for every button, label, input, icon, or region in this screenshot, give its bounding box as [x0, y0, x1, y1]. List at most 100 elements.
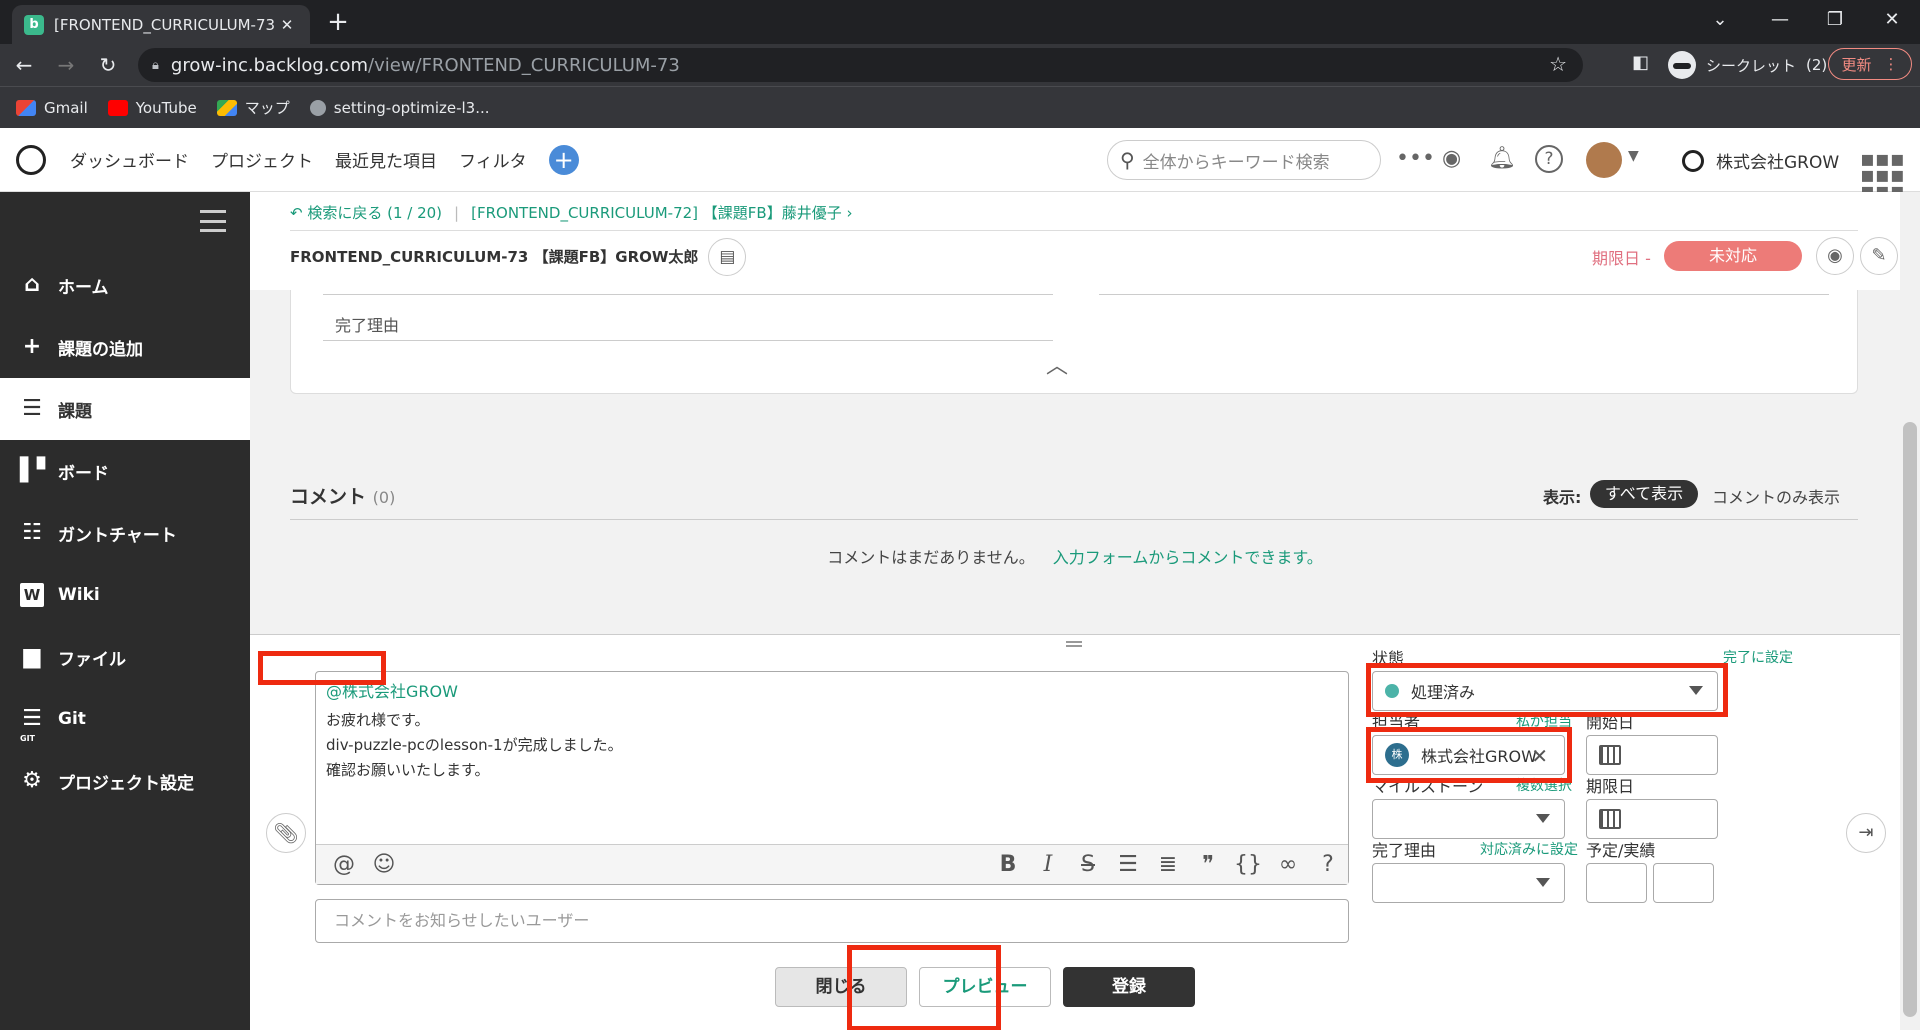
- back-to-search-link[interactable]: ↶ 検索に戻る (1 / 20): [290, 202, 442, 223]
- collapse-panel-arrow-icon[interactable]: ⇥: [1846, 813, 1886, 853]
- browser-tab[interactable]: b [FRONTEND_CURRICULUM-73] [ ✕: [12, 5, 310, 44]
- milestone-select[interactable]: [1372, 799, 1565, 839]
- nav-dashboard[interactable]: ダッシュボード: [70, 147, 189, 172]
- bullet-list-icon[interactable]: ☰: [1108, 852, 1148, 877]
- browser-chrome: b [FRONTEND_CURRICULUM-73] [ ✕ + ⌄ — ❐ ✕…: [0, 0, 1920, 128]
- sidebar-item-files[interactable]: ▆ ファイル: [0, 626, 250, 688]
- collapse-chevron-up-icon[interactable]: ︿: [1046, 348, 1068, 380]
- bell-icon[interactable]: 🔔︎: [1488, 146, 1516, 171]
- url-host: grow-inc.backlog.com: [170, 54, 368, 76]
- comment-form: 📎︎ @株式会社GROW お疲れ様です。 div-puzzle-pcのlesso…: [250, 634, 1900, 1030]
- sidebar-item-board[interactable]: ▌▘ ボード: [0, 440, 250, 502]
- strikethrough-icon[interactable]: S: [1068, 852, 1108, 877]
- sidebar-item-wiki[interactable]: W Wiki: [0, 564, 250, 626]
- scrollbar-thumb[interactable]: [1903, 422, 1917, 1017]
- tab-bar: b [FRONTEND_CURRICULUM-73] [ ✕ + ⌄ — ❐ ✕: [0, 0, 1920, 44]
- user-avatar[interactable]: [1586, 142, 1622, 178]
- nav-filter[interactable]: フィルタ: [459, 147, 527, 172]
- resize-handle[interactable]: [1066, 641, 1082, 647]
- youtube-icon: [107, 99, 128, 116]
- next-issue-link[interactable]: [FRONTEND_CURRICULUM-72] 【課題FB】藤井優子 ›: [471, 202, 852, 223]
- more-icon[interactable]: •••: [1396, 146, 1435, 171]
- sidebar-item-label: Wiki: [58, 585, 100, 605]
- watch-issue-icon[interactable]: ◉: [1816, 237, 1854, 275]
- add-button[interactable]: +: [548, 144, 579, 175]
- side-panel-icon[interactable]: ◧: [1632, 52, 1649, 73]
- backlog-logo[interactable]: [16, 144, 46, 175]
- display-label: 表示:: [1543, 488, 1582, 507]
- bold-icon[interactable]: B: [988, 852, 1028, 877]
- sidebar-item-label: Git: [58, 709, 86, 729]
- attach-paperclip-icon[interactable]: 📎︎: [266, 813, 306, 853]
- minimize-icon[interactable]: —: [1750, 0, 1810, 40]
- help-icon[interactable]: ?: [1535, 145, 1563, 173]
- code-icon[interactable]: {}: [1228, 852, 1268, 877]
- sidebar-item-add-issue[interactable]: + 課題の追加: [0, 316, 250, 378]
- restore-icon[interactable]: ❐: [1805, 0, 1865, 40]
- url-path: /view/FRONTEND_CURRICULUM-73: [368, 54, 680, 76]
- global-search-input[interactable]: ⚲ 全体からキーワード検索: [1107, 140, 1381, 180]
- company-name: 株式会社GROW: [1716, 153, 1840, 173]
- window-close-icon[interactable]: ✕: [1862, 0, 1920, 40]
- help-icon[interactable]: ?: [1308, 852, 1348, 877]
- copy-clipboard-icon[interactable]: ▤: [708, 237, 747, 276]
- address-bar[interactable]: 🔒︎ grow-inc.backlog.com/view/FRONTEND_CU…: [138, 48, 1583, 82]
- sidebar-item-gantt[interactable]: ☷ ガントチャート: [0, 502, 250, 564]
- close-tab-icon[interactable]: ✕: [276, 16, 298, 34]
- submit-button[interactable]: 登録: [1063, 967, 1195, 1007]
- start-date-input[interactable]: [1586, 735, 1718, 775]
- sidebar-item-issues[interactable]: ☰ 課題: [0, 378, 250, 440]
- due-date-input[interactable]: [1586, 799, 1718, 839]
- comments-only-toggle[interactable]: コメントのみ表示: [1712, 484, 1840, 508]
- sidebar-item-git[interactable]: ☰ GIT Git: [0, 688, 250, 750]
- incognito-indicator[interactable]: シークレット (2): [1668, 49, 1827, 81]
- sidebar-item-home[interactable]: ⌂ ホーム: [0, 254, 250, 316]
- nav-projects[interactable]: プロジェクト: [211, 147, 313, 172]
- update-button[interactable]: 更新 ⋮: [1828, 48, 1912, 80]
- status-badge[interactable]: 未対応: [1664, 241, 1802, 271]
- bookmark-gmail[interactable]: Gmail: [16, 99, 88, 117]
- comment-line: お疲れ様です。: [326, 711, 430, 729]
- watch-icon[interactable]: ◉: [1442, 146, 1461, 171]
- mention-at-icon[interactable]: @: [324, 852, 364, 877]
- calendar-icon[interactable]: [1599, 809, 1621, 829]
- resolution-select[interactable]: [1372, 863, 1565, 903]
- issue-details-panel: 完了理由 ︿: [290, 290, 1858, 394]
- actual-hours-input[interactable]: [1653, 863, 1714, 903]
- gantt-icon: ☷: [22, 520, 42, 545]
- edit-pencil-icon[interactable]: ✎: [1860, 237, 1898, 275]
- bookmark-star-icon[interactable]: ☆: [1549, 52, 1567, 76]
- reload-icon[interactable]: ↻: [90, 47, 126, 83]
- estimated-hours-input[interactable]: [1586, 863, 1647, 903]
- notify-users-input[interactable]: コメントをお知らせしたいユーザー: [315, 899, 1349, 943]
- comment-form-link[interactable]: 入力フォームからコメントできます。: [1053, 548, 1323, 567]
- back-icon[interactable]: ←: [6, 47, 42, 83]
- comment-body[interactable]: お疲れ様です。 div-puzzle-pcのlesson-1が完成しました。 確…: [326, 708, 623, 783]
- show-all-toggle[interactable]: すべて表示: [1590, 480, 1698, 508]
- highlight-mention: [258, 651, 386, 685]
- bookmark-setting-optimize[interactable]: setting-optimize-l3...: [309, 99, 490, 117]
- link-icon[interactable]: ∞: [1268, 852, 1308, 877]
- italic-icon[interactable]: I: [1028, 852, 1068, 877]
- bookmark-label: YouTube: [135, 98, 197, 117]
- company-switcher[interactable]: 株式会社GROW: [1682, 148, 1839, 173]
- chevron-down-icon[interactable]: ▼: [1628, 148, 1639, 164]
- bookmark-youtube[interactable]: YouTube: [107, 98, 197, 117]
- emoji-icon[interactable]: ☺: [364, 852, 404, 877]
- set-complete-link[interactable]: 完了に設定: [1723, 647, 1793, 667]
- page-scrollbar[interactable]: [1900, 192, 1920, 1030]
- comment-editor[interactable]: @株式会社GROW お疲れ様です。 div-puzzle-pcのlesson-1…: [315, 671, 1349, 885]
- bookmark-maps[interactable]: マップ: [216, 97, 290, 118]
- calendar-icon[interactable]: [1599, 745, 1621, 765]
- new-tab-icon[interactable]: +: [322, 6, 354, 38]
- forward-icon[interactable]: →: [48, 47, 84, 83]
- tab-search-icon[interactable]: ⌄: [1690, 0, 1750, 40]
- hamburger-menu-icon[interactable]: [200, 210, 226, 232]
- git-sublabel: GIT: [20, 734, 35, 743]
- nav-recent[interactable]: 最近見た項目: [335, 147, 437, 172]
- more-menu-icon: ⋮: [1883, 55, 1899, 73]
- quote-icon[interactable]: ❞: [1188, 852, 1228, 877]
- set-resolved-link[interactable]: 対応済みに設定: [1480, 839, 1578, 859]
- numbered-list-icon[interactable]: ≣: [1148, 852, 1188, 877]
- sidebar-item-project-settings[interactable]: ⚙ プロジェクト設定: [0, 750, 250, 812]
